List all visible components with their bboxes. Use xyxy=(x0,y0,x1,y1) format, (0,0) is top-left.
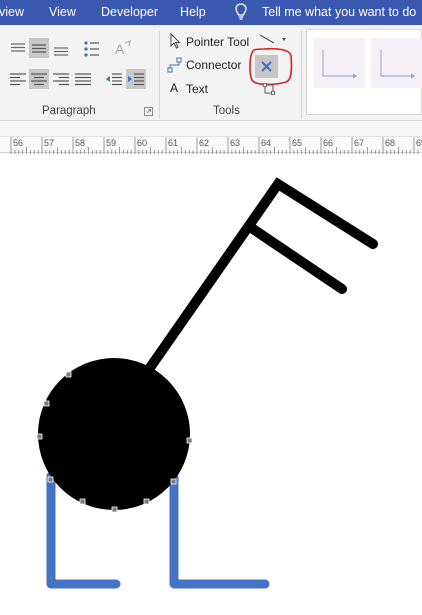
connector-style-preview-icon xyxy=(322,50,357,79)
menu-help[interactable]: Help xyxy=(180,5,206,19)
stick-arm[interactable] xyxy=(142,177,378,377)
gallery-item[interactable] xyxy=(371,38,422,88)
connector-style-gallery xyxy=(306,29,422,115)
menu-bar: view View Developer Help Tell me what yo… xyxy=(0,0,422,25)
align-top-icon[interactable] xyxy=(8,39,28,59)
drawing-svg xyxy=(36,177,378,589)
right-leg-connector[interactable] xyxy=(169,473,270,589)
increase-indent-button[interactable] xyxy=(126,69,146,89)
connection-point-handle[interactable] xyxy=(143,498,150,505)
ruler-number: 64 xyxy=(261,138,272,148)
decrease-indent-icon[interactable] xyxy=(104,69,124,89)
ruler-number: 60 xyxy=(137,138,148,148)
pointer-tool-label: Pointer Tool xyxy=(186,35,250,49)
gallery-item[interactable] xyxy=(313,38,365,88)
align-middle-icon xyxy=(32,44,46,53)
ruler-strip: 56 57 58 59 60 61 62 63 64 65 66 67 68 69 xyxy=(0,136,422,154)
ruler-number: 62 xyxy=(199,138,210,148)
align-center-icon xyxy=(31,73,47,86)
align-middle-button[interactable] xyxy=(29,38,49,58)
group-separator xyxy=(301,31,302,119)
lightbulb-icon xyxy=(235,3,247,20)
connector-icon xyxy=(167,57,182,73)
pointer-icon xyxy=(170,33,181,49)
horizontal-ruler: 56 57 58 59 60 61 62 63 64 65 66 67 68 69 xyxy=(0,121,422,154)
ribbon: A Paragraph Pointer Tool Connector A Tex… xyxy=(0,25,422,121)
connector-tool-label: Connector xyxy=(186,58,242,72)
tools-group-label: Tools xyxy=(213,105,240,117)
connection-point-handle[interactable] xyxy=(43,400,50,407)
text-tool-icon: A xyxy=(170,81,179,95)
line-tool-icon[interactable] xyxy=(258,33,288,45)
connector-style-preview-icon xyxy=(380,50,415,79)
bullets-icon[interactable] xyxy=(82,39,102,59)
text-direction-icon[interactable]: A xyxy=(113,39,133,59)
ruler-number: 68 xyxy=(385,138,396,148)
ruler-number: 59 xyxy=(106,138,117,148)
ruler-number: 63 xyxy=(230,138,241,148)
align-left-icon[interactable] xyxy=(8,69,28,89)
group-separator xyxy=(159,31,160,119)
menu-developer[interactable]: Developer xyxy=(101,5,158,19)
ruler-number: 67 xyxy=(354,138,365,148)
ruler-number: 56 xyxy=(13,138,24,148)
ruler-number: 57 xyxy=(44,138,55,148)
connection-point-handle[interactable] xyxy=(47,476,54,483)
justify-icon[interactable] xyxy=(73,69,93,89)
align-right-icon[interactable] xyxy=(51,69,71,89)
connection-point-handle[interactable] xyxy=(111,506,118,513)
connection-point-handle[interactable] xyxy=(65,371,72,378)
ruler-number: 58 xyxy=(75,138,86,148)
ruler-number: 66 xyxy=(323,138,334,148)
menu-view-partial[interactable]: view xyxy=(0,5,24,19)
ruler-number: 69 xyxy=(416,138,422,148)
connection-point-handle[interactable] xyxy=(79,498,86,505)
svg-text:A: A xyxy=(115,41,125,57)
connection-point-handle[interactable] xyxy=(36,433,43,440)
ruler-number: 61 xyxy=(168,138,179,148)
dialog-launcher-icon[interactable] xyxy=(144,107,153,116)
ruler-number: 65 xyxy=(292,138,303,148)
text-tool-label: Text xyxy=(186,82,209,96)
paragraph-group-label: Paragraph xyxy=(42,105,96,117)
connection-point-handle[interactable] xyxy=(186,437,193,444)
align-center-button[interactable] xyxy=(29,69,49,89)
connection-point-handle[interactable] xyxy=(170,478,177,485)
menu-view[interactable]: View xyxy=(49,5,76,19)
drawing-canvas[interactable] xyxy=(0,154,422,615)
circle-shape[interactable] xyxy=(38,358,190,510)
align-bottom-icon[interactable] xyxy=(51,39,71,59)
tell-me-search[interactable]: Tell me what you want to do xyxy=(262,5,416,19)
rotate-handle-icon[interactable] xyxy=(262,82,276,96)
increase-indent-icon xyxy=(128,73,144,86)
